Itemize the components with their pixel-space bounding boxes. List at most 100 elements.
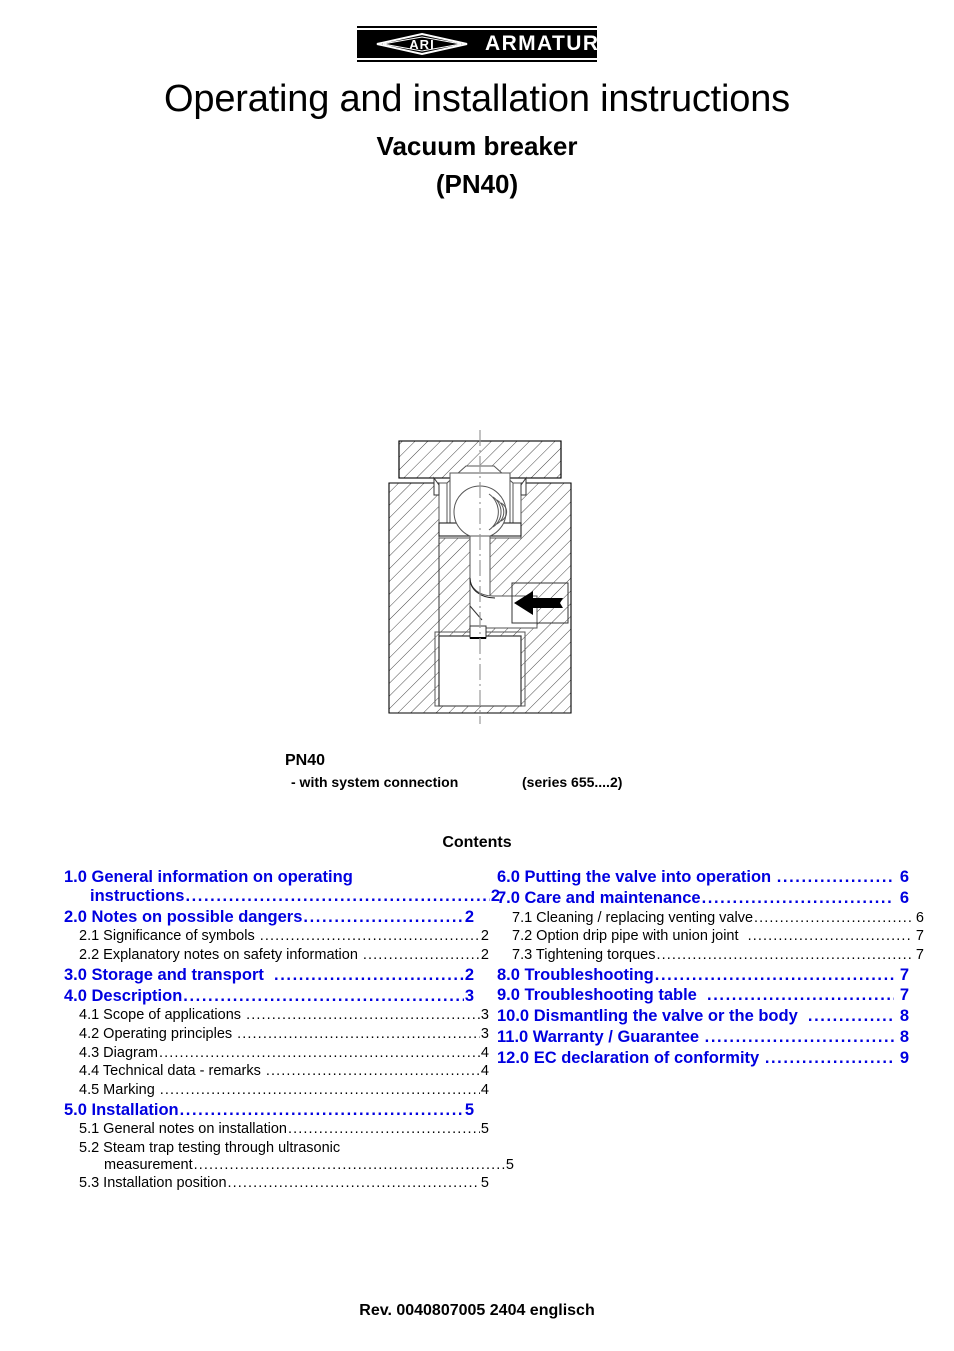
toc-entry-label: 3.0 Storage and transport — [64, 965, 274, 984]
toc-entry[interactable]: 5.1 General notes on installation.......… — [64, 1122, 489, 1138]
toc-page-number: 2 — [464, 907, 474, 926]
toc-entry[interactable]: 8.0 Troubleshooting.....................… — [497, 965, 909, 985]
pressure-rating: (PN40) — [435, 169, 519, 199]
toc-entry[interactable]: 9.0 Troubleshooting table ..............… — [497, 987, 909, 1005]
toc-leader-dots: ........................................… — [747, 929, 911, 945]
toc-page-number: 4 — [480, 1082, 489, 1098]
toc-page-number: 5 — [480, 1175, 489, 1192]
toc-leader-dots: ........................................… — [776, 869, 895, 886]
toc-entry[interactable]: 7.0 Care and maintenance................… — [497, 888, 909, 908]
toc-entry-label: 2.1 Significance of symbols — [79, 928, 259, 945]
toc-entry-label: 4.5 Marking — [79, 1082, 159, 1098]
toc-entry-label: 4.2 Operating principles — [79, 1026, 237, 1043]
toc-leader-dots: ........................................… — [704, 1029, 895, 1047]
toc-entry[interactable]: 7.1 Cleaning / replacing venting valve..… — [497, 909, 924, 927]
toc-entry-continuation[interactable]: measurement.............................… — [64, 1157, 514, 1174]
footer-revision: Rev. 0040807005 2404 englisch — [359, 1302, 595, 1319]
toc-leader-dots: ........................................… — [179, 1101, 464, 1119]
toc-entry-label: 2.0 Notes on possible dangers — [64, 907, 303, 926]
toc-leader-dots: ........................................… — [303, 908, 464, 926]
toc-entry-label: 5.2 Steam trap testing through ultrasoni… — [79, 1140, 341, 1157]
toc-entry-label: 12.0 EC declaration of conformity — [497, 1048, 764, 1067]
toc-entry-label: 8.0 Troubleshooting — [497, 965, 654, 984]
toc-entry[interactable]: 2.1 Significance of symbols ............… — [64, 929, 489, 945]
toc-leader-dots: ........................................… — [287, 1122, 480, 1138]
toc-page-number: 3 — [480, 1007, 489, 1024]
toc-entry[interactable]: 4.5 Marking ............................… — [64, 1082, 489, 1099]
toc-entry[interactable]: 11.0 Warranty / Guarantee ..............… — [497, 1028, 909, 1047]
toc-entry[interactable]: 7.3 Tightening torques..................… — [497, 947, 924, 964]
svg-text:ARI: ARI — [409, 37, 434, 52]
toc-entry-continuation[interactable]: instructions............................… — [64, 886, 500, 906]
toc-entry[interactable]: 12.0 EC declaration of conformity ......… — [497, 1048, 909, 1068]
toc-page-number: 4 — [480, 1063, 489, 1080]
toc-entry[interactable]: 2.2 Explanatory notes on safety informat… — [64, 947, 489, 964]
toc-entry-label: 5.1 General notes on installation — [79, 1121, 287, 1138]
toc-entry[interactable]: 4.3 Diagram.............................… — [64, 1044, 489, 1062]
toc-entry-label: 4.1 Scope of applications — [79, 1007, 246, 1024]
toc-leader-dots: ........................................… — [654, 966, 894, 984]
toc-entry-label: 4.3 Diagram — [79, 1044, 158, 1061]
toc-leader-dots: ........................................… — [159, 1083, 480, 1098]
toc-entry[interactable]: 4.1 Scope of applications ..............… — [64, 1008, 489, 1024]
toc-entry-label: 7.2 Option drip pipe with union joint — [512, 928, 747, 945]
toc-page-number: 5 — [480, 1121, 489, 1138]
toc-page-number: 3 — [480, 1026, 489, 1043]
vacuum-breaker-cross-section-drawing — [388, 430, 572, 724]
figure-caption-variant: - with system connection — [291, 774, 459, 790]
toc-leader-dots: ........................................… — [193, 1157, 505, 1173]
toc-column-right: 6.0 Putting the valve into operation ...… — [497, 866, 924, 1068]
logo-rule-bottom — [357, 60, 597, 62]
contents-heading: Contents — [442, 834, 512, 851]
toc-leader-dots: ........................................… — [807, 1008, 895, 1026]
toc-page-number: 5 — [464, 1100, 474, 1119]
toc-entry[interactable]: 4.4 Technical data - remarks ...........… — [64, 1064, 489, 1080]
toc-entry-label: 4.4 Technical data - remarks — [79, 1063, 265, 1080]
logo-bar: ARI ARMATUREN — [357, 30, 630, 58]
toc-entry[interactable]: 1.0 General information on operating....… — [64, 868, 474, 887]
toc-leader-dots: ........................................… — [227, 1176, 480, 1192]
toc-leader-dots: ........................................… — [265, 1064, 480, 1080]
toc-entry-label: 7.0 Care and maintenance — [497, 888, 701, 907]
toc-leader-dots: ........................................… — [237, 1027, 480, 1043]
product-subtitle: Vacuum breaker — [376, 131, 578, 161]
figure-caption-series: (series 655....2) — [522, 774, 623, 790]
toc-page-number: 6 — [911, 909, 924, 926]
toc-page-number: 8 — [895, 1007, 909, 1026]
toc-entry-label: 1.0 General information on operating — [64, 868, 353, 886]
toc-entry[interactable]: 2.0 Notes on possible dangers...........… — [64, 907, 474, 927]
toc-entry-label: 11.0 Warranty / Guarantee — [497, 1028, 704, 1047]
toc-page-number: 7 — [895, 986, 909, 1005]
toc-leader-dots: ........................................… — [362, 948, 480, 964]
toc-page-number: 2 — [480, 947, 489, 964]
toc-entry-label: 5.0 Installation — [64, 1100, 179, 1119]
toc-leader-dots: ........................................… — [707, 987, 894, 1005]
valve-body-group — [388, 430, 572, 724]
logo-wordmark: ARMATUREN — [485, 32, 632, 55]
toc-entry[interactable]: 7.2 Option drip pipe with union joint ..… — [497, 929, 924, 945]
toc-entry[interactable]: 5.0 Installation........................… — [64, 1100, 474, 1120]
toc-entry[interactable]: 5.2 Steam trap testing through ultrasoni… — [64, 1140, 489, 1157]
toc-leader-dots: ........................................… — [246, 1008, 480, 1024]
toc-entry-label: 10.0 Dismantling the valve or the body — [497, 1007, 807, 1026]
toc-entry[interactable]: 3.0 Storage and transport ..............… — [64, 965, 474, 985]
toc-entry[interactable]: 4.2 Operating principles ...............… — [64, 1026, 489, 1043]
toc-page-number: 7 — [911, 928, 924, 945]
toc-entry[interactable]: 6.0 Putting the valve into operation ...… — [497, 868, 909, 887]
toc-entry-label: 2.2 Explanatory notes on safety informat… — [79, 947, 362, 964]
toc-leader-dots: ........................................… — [274, 966, 464, 984]
toc-leader-dots: ........................................… — [764, 1049, 895, 1067]
toc-page-number: 2 — [480, 928, 489, 945]
toc-column-left: 1.0 General information on operating....… — [64, 866, 514, 1192]
toc-leader-dots: ........................................… — [183, 987, 464, 1005]
toc-entry[interactable]: 5.3 Installation position...............… — [64, 1176, 489, 1192]
toc-leader-dots: ........................................… — [185, 887, 490, 905]
toc-page-number: 3 — [464, 986, 474, 1005]
toc-entry[interactable]: 4.0 Description.........................… — [64, 986, 474, 1006]
toc-page-number: 2 — [464, 965, 474, 984]
toc-page-number: 4 — [480, 1044, 489, 1061]
toc-entry-label: 9.0 Troubleshooting table — [497, 986, 707, 1005]
toc-entry[interactable]: 10.0 Dismantling the valve or the body .… — [497, 1007, 909, 1026]
toc-page-number: 9 — [895, 1048, 909, 1067]
toc-entry-label: instructions — [90, 886, 185, 905]
